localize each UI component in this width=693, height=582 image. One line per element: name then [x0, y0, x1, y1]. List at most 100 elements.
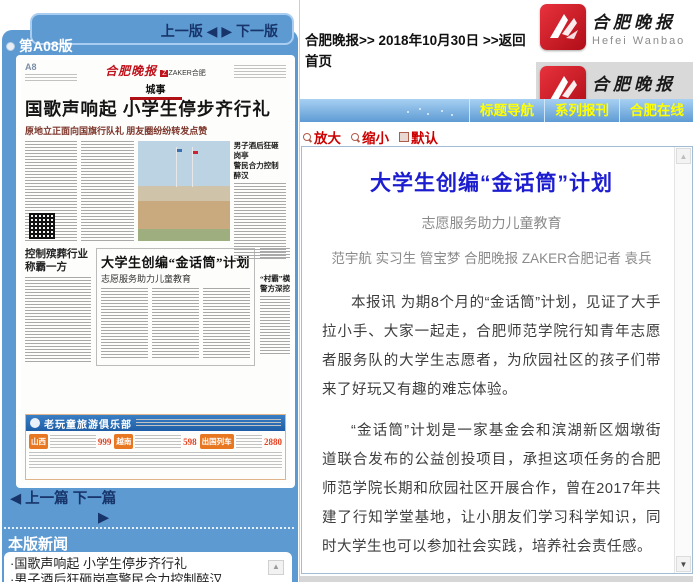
paper-header-left-lines	[25, 74, 77, 82]
paper-masthead-zaker: ZAKER合肥	[168, 70, 205, 77]
ad-item-label: 出国列车	[200, 434, 234, 449]
text-lines	[50, 435, 96, 449]
text-lines	[136, 419, 281, 427]
paper-ad-banner: 老玩童旅游俱乐部 山西 999 越南 598	[25, 414, 286, 480]
article-title: 大学生创编“金话筒”计划	[322, 167, 661, 197]
news-list-item[interactable]: ·国歌声响起 小学生停步齐行礼	[10, 556, 286, 572]
paper-article2-box: 大学生创编“金话筒”计划 志愿服务助力儿童教育	[96, 248, 255, 366]
paper-body-top: 男子酒后狂砸岗亭 警民合力控制醉汉	[21, 139, 290, 245]
breadcrumb-date: 2018年10月30日	[379, 33, 480, 48]
article-body: 大学生创编“金话筒”计划 志愿服务助力儿童教育 范宇航 实习生 管宝梦 合肥晚报…	[302, 147, 675, 573]
current-page-label: 第A08版	[6, 36, 73, 56]
paper-date-lines	[234, 65, 286, 79]
scroll-up-button[interactable]: ▲	[676, 148, 691, 164]
text-size-controls: 放大 缩小 默认	[303, 127, 438, 147]
page: 上一版 ◀ ▶ 下一版 第A08版 A8 合肥晚报ZZAKER合肥 城事	[0, 0, 693, 582]
flag	[193, 151, 198, 154]
default-size-label: 默认	[411, 127, 438, 147]
text-lines	[29, 452, 282, 470]
text-lines	[135, 435, 181, 449]
ad-item-price: 999	[98, 437, 112, 447]
article-paragraph: “金话筒”计划是一家基金会和滨湖新区烟墩街道联合发布的公益创投项目，承担这项任务…	[322, 417, 661, 562]
logo-chinese-text: 合肥晚报	[592, 70, 676, 95]
breadcrumb-paper-link[interactable]: 合肥晚报	[305, 33, 359, 48]
text-lines	[101, 288, 148, 358]
prev-article-button[interactable]: ◀ 上一篇	[10, 491, 69, 507]
paper-header: A8 合肥晚报ZZAKER合肥 城事	[21, 60, 290, 92]
text-lines	[152, 288, 199, 358]
left-panel: 上一版 ◀ ▶ 下一版 第A08版 A8 合肥晚报ZZAKER合肥 城事	[0, 0, 299, 582]
ad-item: 山西 999	[29, 434, 111, 449]
paper-page-number: A8	[25, 62, 77, 72]
news-list-scroll-up-button[interactable]: ▲	[268, 560, 284, 575]
article-subtitle: 志愿服务助力儿童教育	[322, 213, 661, 233]
ad-logo-icon	[30, 418, 40, 428]
text-lines	[234, 183, 286, 261]
next-page-button[interactable]: ▶ 下一版	[221, 23, 278, 39]
zoom-in-button[interactable]: 放大	[303, 127, 341, 147]
next-article-button[interactable]: 下一篇	[73, 491, 117, 507]
breadcrumb-separator: >>	[359, 33, 379, 48]
reset-icon	[399, 132, 409, 142]
board-news-list: ·国歌声响起 小学生停步齐行礼 ·男子酒后狂砸岗亭警民合力控制醉汉 ▲	[4, 552, 292, 582]
next-article-arrow-icon[interactable]: ▶	[10, 509, 116, 528]
article-paragraph: 本报讯 为期8个月的“金话筒”计划，见证了大手拉小手、大家一起走，合肥师范学院行…	[322, 289, 661, 405]
site-logo: 合肥晚报 Hefei Wanbao	[536, 0, 693, 62]
paper-article2-title: 大学生创编“金话筒”计划	[101, 252, 250, 271]
toolbar-title-nav-link[interactable]: 标题导航	[469, 99, 544, 122]
paper-article2-subtitle: 志愿服务助力儿童教育	[101, 272, 250, 285]
text-lines	[81, 141, 133, 241]
toolbar-series-papers-link[interactable]: 系列报刊	[544, 99, 619, 122]
page-label-text: 第A08版	[19, 36, 73, 56]
magnifier-plus-icon	[303, 133, 312, 142]
sparkle-decoration	[401, 106, 461, 116]
bottom-clipped-bar	[300, 576, 693, 582]
paper-photo-building-flags	[138, 141, 230, 241]
scroll-down-button[interactable]: ▼	[676, 556, 691, 572]
text-lines	[260, 296, 290, 356]
paper-main-headline: 国歌声响起 小学生停步齐行礼	[21, 92, 290, 121]
breadcrumb-separator: >>	[479, 33, 499, 48]
text-lines	[203, 288, 250, 358]
breadcrumb: 合肥晚报>> 2018年10月30日 >>返回首页	[305, 30, 537, 72]
paper-masthead: 合肥晚报	[105, 64, 157, 78]
right-panel: 合肥晚报 Hefei Wanbao 合肥晚报 合肥晚报>> 2018年10月30…	[299, 0, 693, 582]
ad-item-label: 越南	[114, 434, 133, 449]
logo-english-text: Hefei Wanbao	[592, 35, 685, 47]
toolbar-hefei-online-link[interactable]: 合肥在线	[619, 99, 693, 122]
news-list-item[interactable]: ·男子酒后狂砸岗亭警民合力控制醉汉	[10, 572, 286, 582]
flagpole	[176, 147, 177, 187]
zoom-out-button[interactable]: 缩小	[351, 127, 389, 147]
ad-item: 越南 598	[114, 434, 196, 449]
hefei-wanbao-logo-icon	[540, 4, 586, 50]
dotted-divider	[4, 527, 294, 529]
paper-sub-headline: 原地立正面向国旗行队礼 朋友圈纷纷转发点赞	[21, 121, 290, 139]
text-lines	[25, 277, 91, 363]
site-logo-repeat: 合肥晚报	[536, 62, 693, 99]
logo-area: 合肥晚报 Hefei Wanbao 合肥晚报	[536, 0, 693, 99]
paper-mid-left-headline: 控制殡葬行业 称霸一方	[25, 248, 91, 274]
newspaper-thumbnail[interactable]: A8 合肥晚报ZZAKER合肥 城事 国歌声响起 小学生停步齐行礼 原地立正面向…	[16, 55, 295, 488]
ad-item-price: 598	[183, 437, 197, 447]
logo-chinese-text: 合肥晚报	[592, 8, 685, 33]
magnifier-minus-icon	[351, 133, 360, 142]
paper-body-mid: 控制殡葬行业 称霸一方 大学生创编“金话筒”计划 志愿服务助力儿童教育	[21, 245, 290, 369]
article-scrollbar[interactable]: ▲ ▼	[674, 147, 692, 573]
default-size-button[interactable]: 默认	[399, 127, 438, 147]
ad-title: 老玩童旅游俱乐部	[44, 416, 132, 431]
text-lines	[236, 435, 262, 449]
ad-item-price: 2880	[264, 437, 282, 447]
zoom-out-label: 缩小	[362, 127, 389, 147]
article-prev-next-nav: ◀ 上一篇 下一篇 ▶	[10, 490, 116, 528]
paper-mid-right-headline: “村霸”横行乡里 警方深挖逮捕	[260, 274, 290, 294]
flag	[177, 149, 182, 152]
ad-item: 出国列车 2880	[200, 434, 282, 449]
hefei-wanbao-logo-icon	[540, 66, 586, 99]
ad-item-label: 山西	[29, 434, 48, 449]
page-bullet-icon	[6, 42, 15, 51]
qr-code	[29, 213, 55, 239]
article-byline: 范宇航 实习生 管宝梦 合肥晚报 ZAKER合肥记者 袁兵	[322, 247, 661, 267]
prev-page-button[interactable]: 上一版 ◀	[161, 23, 218, 39]
blue-toolbar: 标题导航 系列报刊 合肥在线	[300, 99, 693, 122]
newspaper-page: A8 合肥晚报ZZAKER合肥 城事 国歌声响起 小学生停步齐行礼 原地立正面向…	[21, 60, 290, 483]
